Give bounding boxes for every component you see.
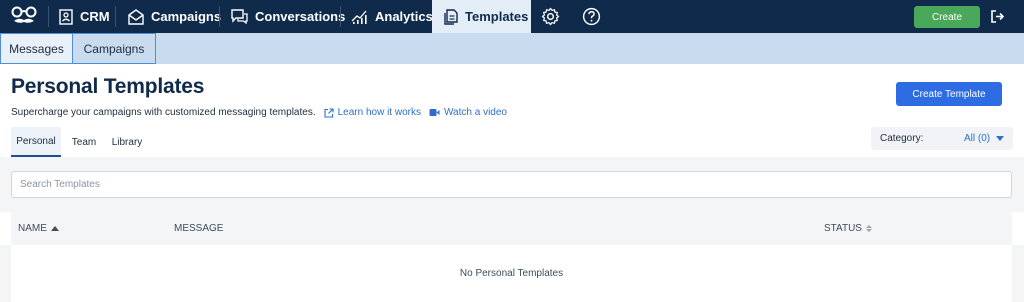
mail-icon — [128, 8, 144, 25]
chat-icon — [231, 9, 248, 24]
tab-library[interactable]: Library — [108, 127, 146, 157]
search-input[interactable] — [11, 171, 1012, 198]
search-area — [0, 157, 1024, 212]
help-icon[interactable] — [582, 7, 601, 26]
column-status-label: STATUS — [824, 223, 862, 234]
table-gutter-right — [1012, 245, 1024, 302]
watch-video-link[interactable]: Watch a video — [429, 107, 507, 118]
watch-video-label: Watch a video — [443, 107, 507, 118]
sort-ascending-icon — [50, 226, 59, 231]
sub-navigation: Messages Campaigns — [0, 33, 1024, 64]
empty-state-text: No Personal Templates — [459, 268, 564, 279]
page-title: Personal Templates — [11, 75, 205, 98]
column-header-name[interactable]: NAME — [18, 223, 59, 234]
document-icon — [444, 8, 458, 25]
learn-how-link[interactable]: Learn how it works — [324, 107, 421, 118]
nav-item-templates[interactable]: Templates — [432, 0, 531, 33]
nav-divider — [115, 6, 116, 27]
column-header-message: MESSAGE — [174, 223, 223, 234]
nav-item-label: Conversations — [255, 9, 346, 24]
page-subtitle: Supercharge your campaigns with customiz… — [11, 107, 507, 118]
tab-team[interactable]: Team — [70, 127, 98, 157]
nav-item-analytics[interactable]: Analytics — [351, 0, 433, 33]
category-value: All (0) — [964, 133, 991, 144]
nav-item-label: Analytics — [375, 9, 433, 24]
subtab-campaigns[interactable]: Campaigns — [73, 33, 156, 64]
column-name-label: NAME — [18, 223, 47, 234]
category-dropdown[interactable]: Category: All (0) — [871, 127, 1013, 150]
table-gutter-left — [0, 245, 11, 302]
external-link-icon — [324, 107, 334, 118]
table-header: NAME MESSAGE STATUS — [11, 212, 1012, 245]
nav-item-label: Campaigns — [151, 9, 222, 24]
nav-item-conversations[interactable]: Conversations — [231, 0, 345, 33]
subtitle-text: Supercharge your campaigns with customiz… — [11, 107, 316, 118]
glasses-mustache-logo-icon[interactable] — [10, 6, 38, 26]
nav-divider — [219, 6, 220, 27]
subtab-messages[interactable]: Messages — [0, 33, 73, 64]
category-label: Category: — [880, 133, 924, 144]
logout-icon[interactable] — [990, 9, 1005, 24]
bar-chart-icon — [351, 10, 367, 24]
nav-divider — [340, 6, 341, 27]
nav-item-crm[interactable]: CRM — [59, 0, 110, 33]
nav-item-label: Templates — [465, 9, 529, 24]
nav-item-label: CRM — [80, 9, 110, 24]
create-button[interactable]: Create — [914, 6, 980, 28]
column-header-status[interactable]: STATUS — [824, 223, 872, 234]
nav-divider — [48, 6, 49, 27]
create-template-button[interactable]: Create Template — [896, 82, 1002, 106]
chevron-down-icon — [996, 136, 1004, 141]
sort-icon — [865, 225, 872, 232]
learn-how-label: Learn how it works — [337, 107, 421, 118]
column-message-label: MESSAGE — [174, 223, 224, 234]
contact-card-icon — [59, 8, 73, 25]
nav-item-campaigns[interactable]: Campaigns — [128, 0, 221, 33]
gear-icon[interactable] — [541, 7, 560, 26]
tab-personal[interactable]: Personal — [11, 127, 61, 157]
top-navigation: CRM Campaigns Conversations Analytics Te… — [0, 0, 1024, 33]
video-camera-icon — [429, 109, 440, 116]
